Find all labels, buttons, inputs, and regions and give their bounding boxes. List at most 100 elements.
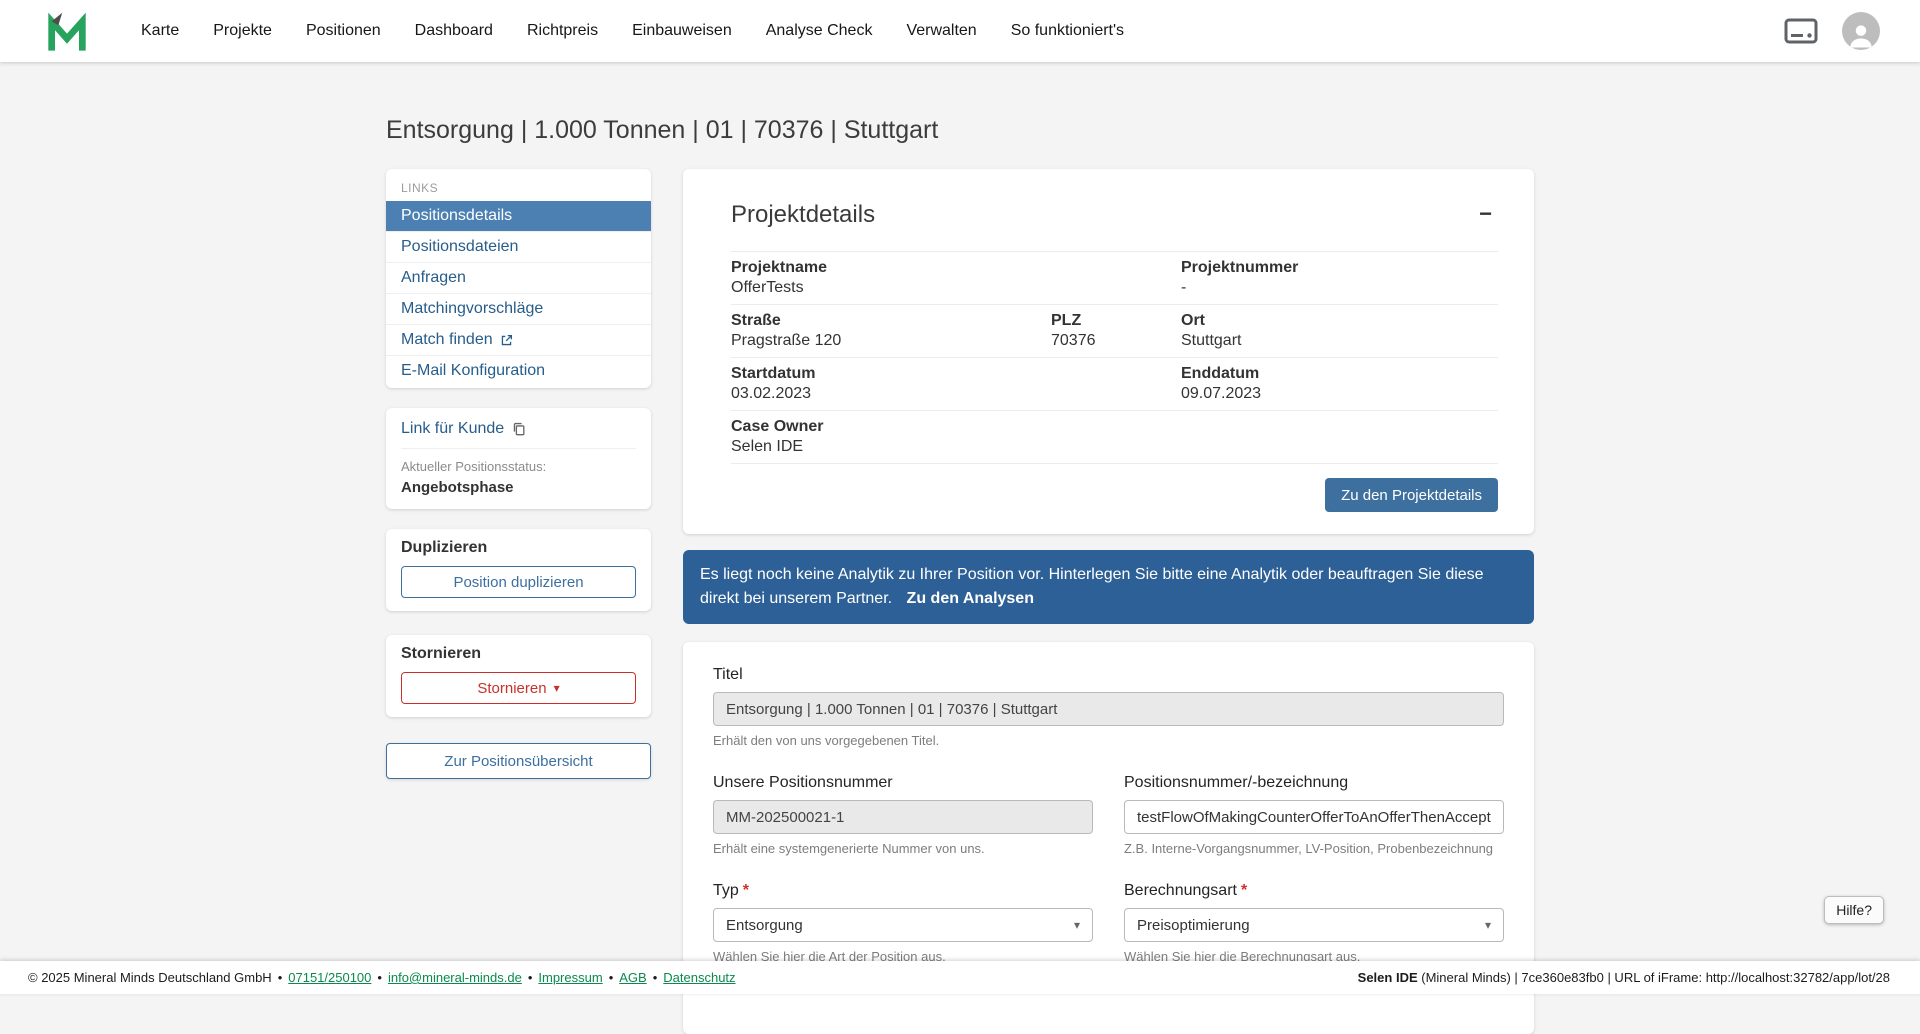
positionsnummer-helper: Erhält eine systemgenerierte Nummer von … xyxy=(713,841,1093,856)
sidebar-item-label: Anfragen xyxy=(401,269,466,287)
required-marker: * xyxy=(743,882,749,900)
caret-down-icon: ▾ xyxy=(554,682,560,694)
footer-session-info: Selen IDE (Mineral Minds) | 7ce360e83fb0… xyxy=(1358,970,1890,985)
footer-agb-link[interactable]: AGB xyxy=(619,970,646,985)
positionsnummer-input xyxy=(713,800,1093,834)
field-label: Startdatum xyxy=(731,365,1181,383)
nav-item-so-funktionierts[interactable]: So funktioniert's xyxy=(994,14,1141,48)
sidebar-item-label: E-Mail Konfiguration xyxy=(401,362,545,380)
sidebar-item-positionsdetails[interactable]: Positionsdetails xyxy=(386,201,651,232)
customer-link-card: Link für Kunde Aktueller Positionsstatus… xyxy=(386,408,651,509)
footer-email-link[interactable]: info@mineral-minds.de xyxy=(388,970,522,985)
sidebar-item-email-konfiguration[interactable]: E-Mail Konfiguration xyxy=(386,356,651,386)
field-label: PLZ xyxy=(1051,312,1181,330)
external-link-icon xyxy=(500,334,513,347)
cancel-position-button[interactable]: Stornieren ▾ xyxy=(401,672,636,704)
footer-impressum-link[interactable]: Impressum xyxy=(538,970,602,985)
nav-item-dashboard[interactable]: Dashboard xyxy=(398,14,510,48)
page-title: Entsorgung | 1.000 Tonnen | 01 | 70376 |… xyxy=(386,116,1534,145)
footer-session-details: (Mineral Minds) | 7ce360e83fb0 | URL of … xyxy=(1421,970,1890,985)
titel-input xyxy=(713,692,1504,726)
nav-item-positionen[interactable]: Positionen xyxy=(289,14,398,48)
links-header: LINKS xyxy=(386,169,651,201)
footer-user: Selen IDE xyxy=(1358,970,1418,985)
caret-down-icon: ▾ xyxy=(1485,918,1491,932)
duplicate-card: Duplizieren Position duplizieren xyxy=(386,529,651,611)
collapse-icon[interactable]: − xyxy=(1473,201,1498,227)
berechnungsart-label: Berechnungsart * xyxy=(1124,882,1504,900)
field-value: OfferTests xyxy=(731,279,1181,297)
footer: © 2025 Mineral Minds Deutschland GmbH • … xyxy=(0,961,1920,994)
nav-item-analyse-check[interactable]: Analyse Check xyxy=(749,14,890,48)
field-label: Ort xyxy=(1181,312,1498,330)
sidebar: LINKS Positionsdetails Positionsdateien … xyxy=(386,169,651,779)
field-value: - xyxy=(1181,279,1498,297)
bezeichnung-helper: Z.B. Interne-Vorgangsnummer, LV-Position… xyxy=(1124,841,1504,856)
copy-icon xyxy=(512,422,526,436)
banner-text: Es liegt noch keine Analytik zu Ihrer Po… xyxy=(700,566,1484,607)
typ-select[interactable]: Entsorgung ▾ xyxy=(713,908,1093,942)
footer-copyright: © 2025 Mineral Minds Deutschland GmbH xyxy=(28,970,272,985)
user-avatar[interactable] xyxy=(1842,12,1880,50)
positionsnummer-label: Unsere Positionsnummer xyxy=(713,774,1093,792)
nav-item-einbauweisen[interactable]: Einbauweisen xyxy=(615,14,749,48)
footer-left: © 2025 Mineral Minds Deutschland GmbH • … xyxy=(28,970,736,985)
footer-separator: • xyxy=(278,970,283,985)
nav-item-projekte[interactable]: Projekte xyxy=(196,14,289,48)
footer-separator: • xyxy=(609,970,614,985)
field-label: Case Owner xyxy=(731,418,1498,436)
server-icon[interactable] xyxy=(1784,18,1818,44)
position-status-label: Aktueller Positionsstatus: xyxy=(401,459,636,474)
footer-phone-link[interactable]: 07151/250100 xyxy=(288,970,371,985)
customer-link[interactable]: Link für Kunde xyxy=(401,420,636,449)
berechnungsart-select[interactable]: Preisoptimierung ▾ xyxy=(1124,908,1504,942)
project-details-table: Projektname OfferTests Projektnummer - S… xyxy=(731,251,1498,464)
typ-select-value: Entsorgung xyxy=(726,917,803,934)
field-label: Straße xyxy=(731,312,1051,330)
berechnungsart-select-value: Preisoptimierung xyxy=(1137,917,1250,934)
titel-helper: Erhält den von uns vorgegebenen Titel. xyxy=(713,733,1504,748)
footer-separator: • xyxy=(528,970,533,985)
nav-item-richtpreis[interactable]: Richtpreis xyxy=(510,14,615,48)
position-status-value: Angebotsphase xyxy=(401,479,636,496)
field-value: 70376 xyxy=(1051,332,1181,350)
sidebar-item-anfragen[interactable]: Anfragen xyxy=(386,263,651,294)
help-button[interactable]: Hilfe? xyxy=(1824,896,1884,924)
field-value: 09.07.2023 xyxy=(1181,385,1498,403)
bezeichnung-label: Positionsnummer/-bezeichnung xyxy=(1124,774,1504,792)
footer-separator: • xyxy=(377,970,382,985)
cancel-title: Stornieren xyxy=(401,645,636,663)
position-overview-button[interactable]: Zur Positionsübersicht xyxy=(386,743,651,779)
sidebar-item-label: Positionsdateien xyxy=(401,238,518,256)
nav-item-karte[interactable]: Karte xyxy=(124,14,196,48)
bezeichnung-input[interactable] xyxy=(1124,800,1504,834)
go-to-analyses-link[interactable]: Zu den Analysen xyxy=(907,590,1034,607)
typ-label-text: Typ xyxy=(713,882,739,900)
footer-datenschutz-link[interactable]: Datenschutz xyxy=(663,970,735,985)
table-row: Startdatum 03.02.2023 Enddatum 09.07.202… xyxy=(731,358,1498,411)
field-value: Pragstraße 120 xyxy=(731,332,1051,350)
duplicate-position-button[interactable]: Position duplizieren xyxy=(401,566,636,598)
field-label: Projektnummer xyxy=(1181,259,1498,277)
sidebar-item-label: Matchingvorschläge xyxy=(401,300,543,318)
links-card: LINKS Positionsdetails Positionsdateien … xyxy=(386,169,651,388)
mineral-minds-logo[interactable] xyxy=(44,8,90,54)
sidebar-item-match-finden[interactable]: Match finden xyxy=(386,325,651,356)
sidebar-item-positionsdateien[interactable]: Positionsdateien xyxy=(386,232,651,263)
field-label: Projektname xyxy=(731,259,1181,277)
go-to-project-details-button[interactable]: Zu den Projektdetails xyxy=(1325,478,1498,512)
field-value: Selen IDE xyxy=(731,438,1498,456)
nav-item-verwalten[interactable]: Verwalten xyxy=(889,14,993,48)
navbar-right xyxy=(1784,12,1880,50)
page-content: Entsorgung | 1.000 Tonnen | 01 | 70376 |… xyxy=(386,62,1534,1034)
cancel-card: Stornieren Stornieren ▾ xyxy=(386,635,651,717)
caret-down-icon: ▾ xyxy=(1074,918,1080,932)
table-row: Straße Pragstraße 120 PLZ 70376 Ort Stut… xyxy=(731,305,1498,358)
sidebar-item-matchingvorschlaege[interactable]: Matchingvorschläge xyxy=(386,294,651,325)
table-row: Projektname OfferTests Projektnummer - xyxy=(731,252,1498,305)
main-nav: Karte Projekte Positionen Dashboard Rich… xyxy=(124,14,1141,48)
project-details-card: Projektdetails − Projektname OfferTests … xyxy=(683,169,1534,534)
analytics-info-banner: Es liegt noch keine Analytik zu Ihrer Po… xyxy=(683,550,1534,624)
top-navbar: Karte Projekte Positionen Dashboard Rich… xyxy=(0,0,1920,62)
sidebar-item-label: Match finden xyxy=(401,331,493,349)
